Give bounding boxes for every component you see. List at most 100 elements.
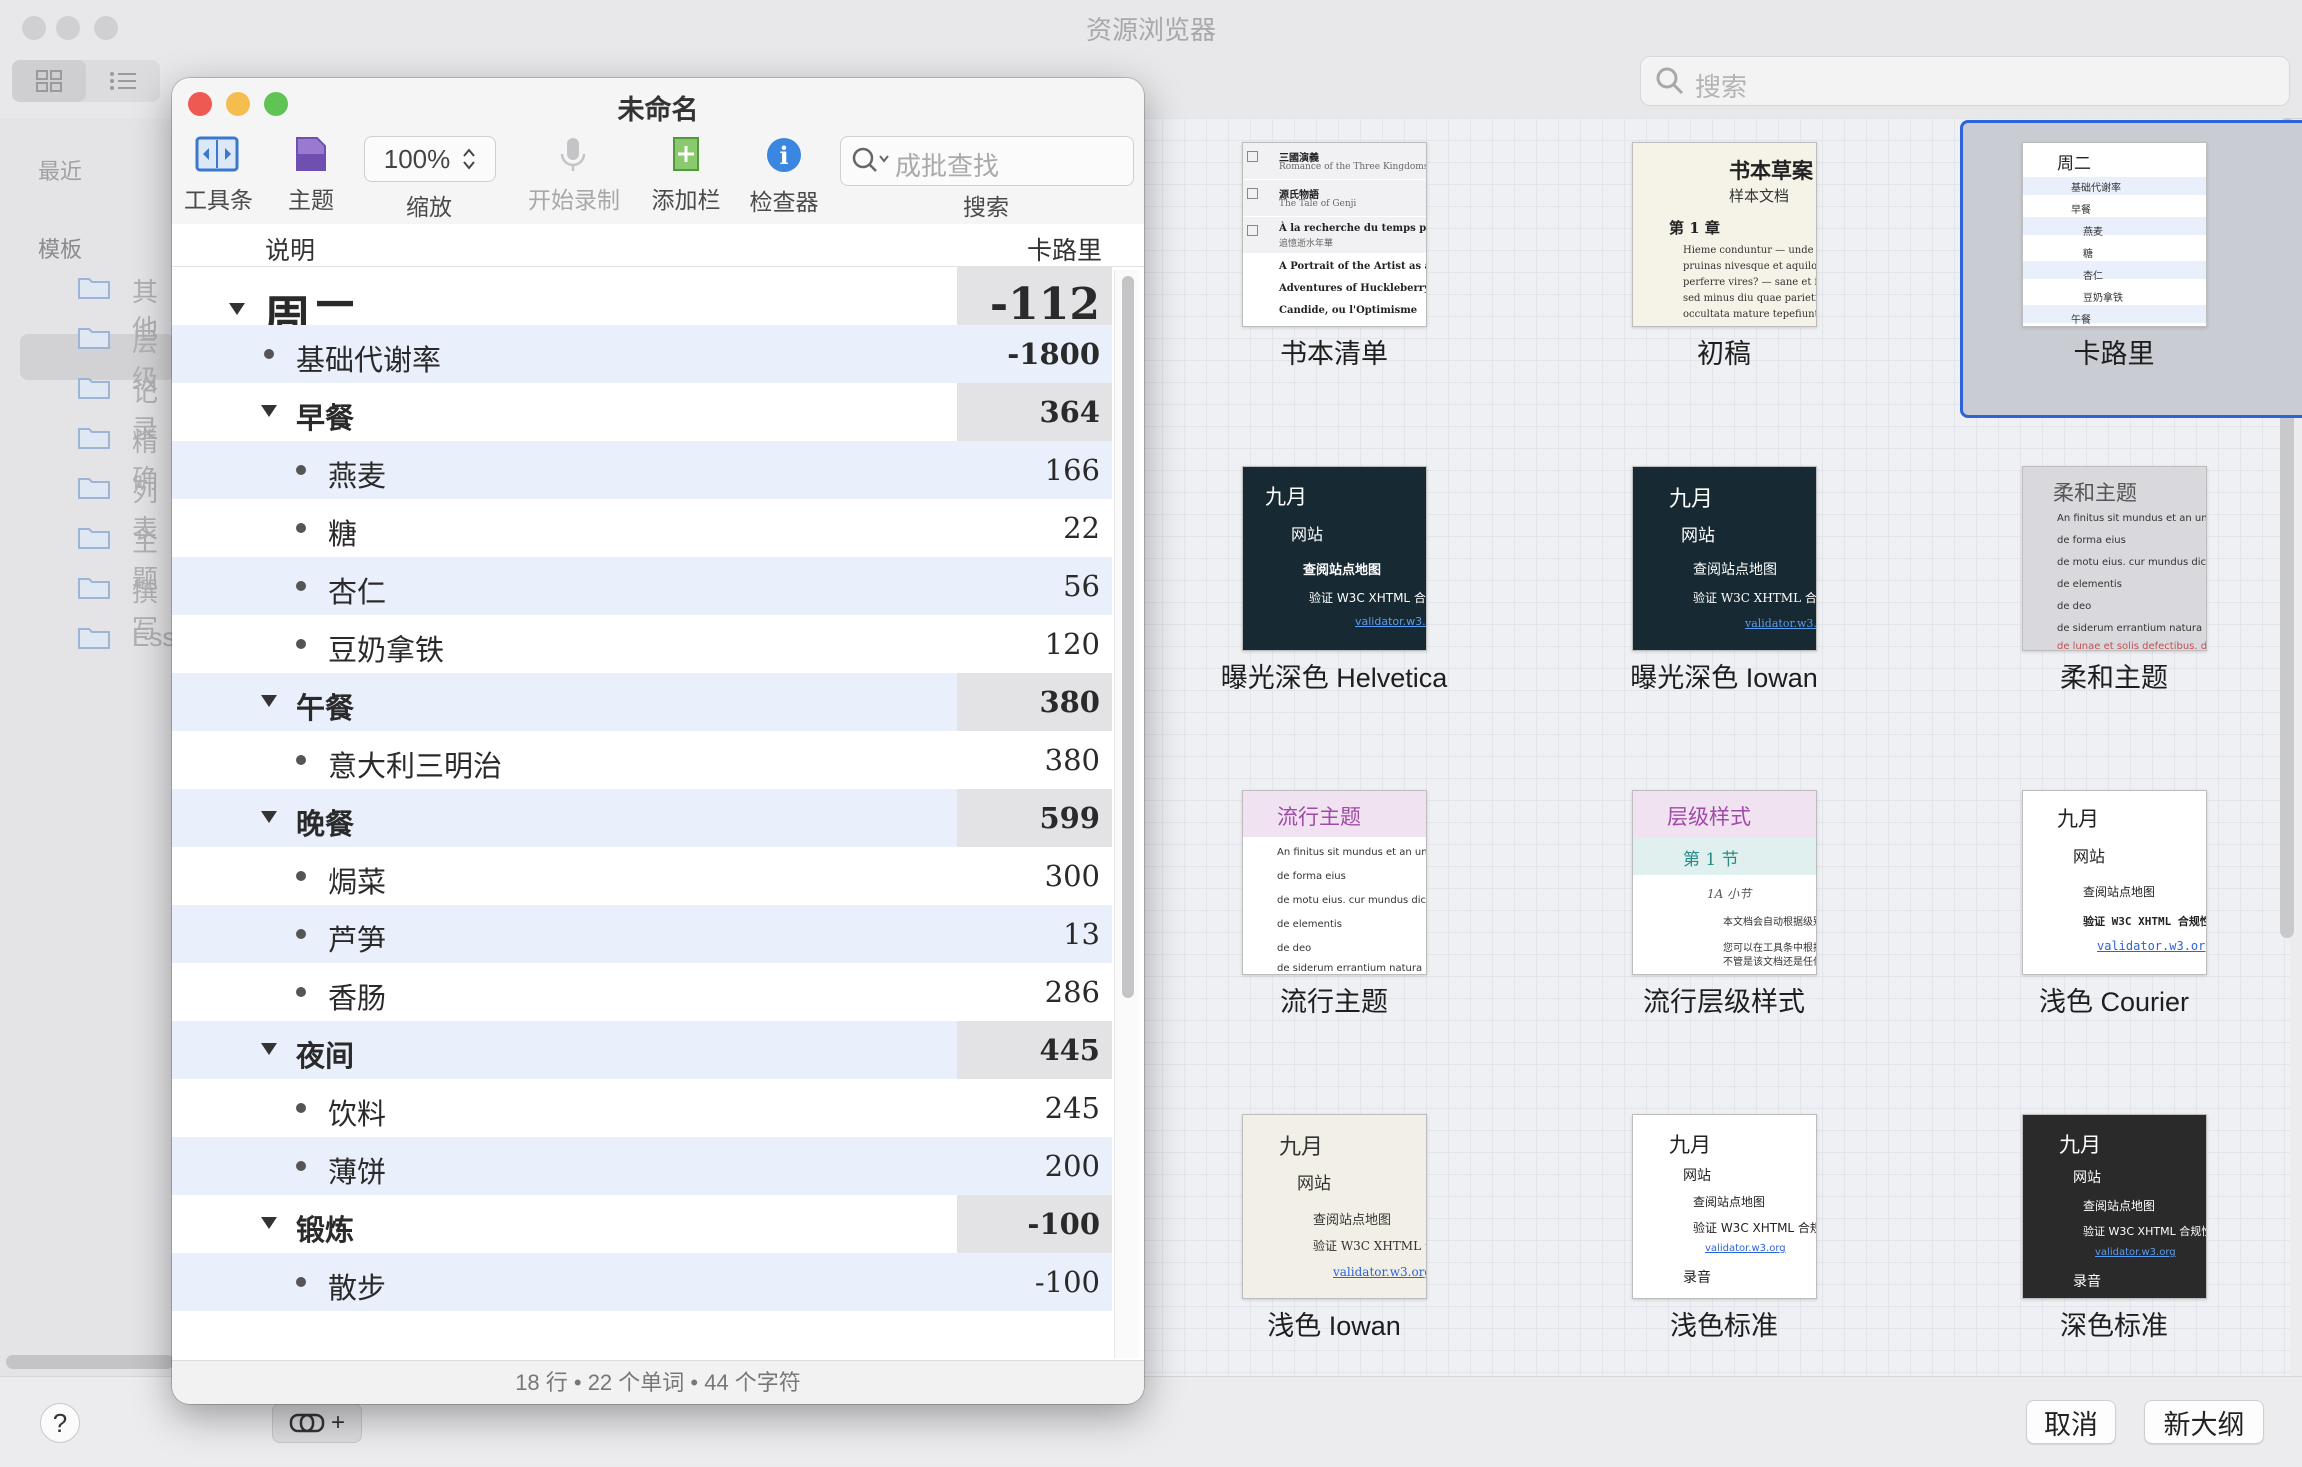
list-view-button[interactable] <box>86 60 160 102</box>
row-value[interactable]: 245 <box>1045 1091 1100 1125</box>
toolbar-toggle-button[interactable]: 工具条 <box>184 136 253 215</box>
outline-row[interactable]: 焗菜 300 <box>172 847 1112 905</box>
theme-button[interactable]: 主题 <box>278 136 344 215</box>
outline-row[interactable]: 散步 -100 <box>172 1253 1112 1311</box>
sidebar-folder-7[interactable]: Ess <box>132 622 175 653</box>
thumb-text: 验证 W3C XHTML 合规性 <box>1313 1239 1426 1253</box>
row-value[interactable]: -112 <box>990 279 1100 330</box>
disclosure-triangle-icon[interactable] <box>261 1043 277 1055</box>
thumb-text: 第 1 节 <box>1683 850 1739 870</box>
row-text[interactable]: 早餐 <box>296 395 354 437</box>
row-value[interactable]: 56 <box>1063 569 1100 603</box>
template-thumb-soft[interactable]: 柔和主题 An finitus sit mundus et an unu de … <box>2022 466 2207 651</box>
template-thumb-pop-hierarchy[interactable]: 层级样式 第 1 节 1A 小节 本文档会自动根据级别来 您可以在工具条中根据自… <box>1632 790 1817 975</box>
thumb-text: Candide, ou l'Optimisme <box>1279 305 1418 316</box>
row-text[interactable]: 散步 <box>328 1265 386 1307</box>
row-value[interactable]: 599 <box>1039 801 1100 835</box>
row-text[interactable]: 基础代谢率 <box>296 337 441 379</box>
row-text[interactable]: 芦笋 <box>328 917 386 959</box>
template-thumb-dark-helvetica[interactable]: 九月 网站 查阅站点地图 验证 W3C XHTML 合规性 validator.… <box>1242 466 1427 651</box>
row-value[interactable]: -1800 <box>1007 337 1100 371</box>
outline-row[interactable]: 燕麦 166 <box>172 441 1112 499</box>
column-header-calories[interactable]: 卡路里 <box>1027 231 1102 267</box>
outline-row[interactable]: 晚餐 599 <box>172 789 1112 847</box>
new-outline-button[interactable]: 新大纲 <box>2144 1400 2264 1444</box>
template-thumb-dark-iowan[interactable]: 九月 网站 查阅站点地图 验证 W3C XHTML 合规性 validator.… <box>1632 466 1817 651</box>
template-thumb-calorie[interactable]: 周二 基础代谢率 早餐 燕麦 糖 杏仁 豆奶拿铁 午餐 <box>2022 142 2207 327</box>
template-thumb-light-iowan[interactable]: 九月 网站 查阅站点地图 验证 W3C XHTML 合规性 validator.… <box>1242 1114 1427 1299</box>
thumb-link: validator.w3.org <box>1333 1265 1427 1279</box>
sidebar-templates[interactable]: 模板 <box>38 232 82 264</box>
row-value[interactable]: 22 <box>1063 511 1100 545</box>
outline-row[interactable]: 薄饼 200 <box>172 1137 1112 1195</box>
grid-view-button[interactable] <box>12 60 86 102</box>
disclosure-triangle-icon[interactable] <box>261 811 277 823</box>
row-text[interactable]: 饮料 <box>328 1091 386 1133</box>
outline-row[interactable]: 锻炼 -100 <box>172 1195 1112 1253</box>
template-thumb-draft[interactable]: 书本草案 样本文档 第 1 章 Hieme conduntur — unde e… <box>1632 142 1817 327</box>
row-value[interactable]: 364 <box>1039 395 1100 429</box>
row-text[interactable]: 豆奶拿铁 <box>328 627 444 669</box>
outline-row[interactable]: 糖 22 <box>172 499 1112 557</box>
column-header-description[interactable]: 说明 <box>265 231 315 267</box>
disclosure-triangle-icon[interactable] <box>261 405 277 417</box>
thumb-text: 网站 <box>2073 847 2106 866</box>
template-thumb-pop[interactable]: 流行主题 An finitus sit mundus et an unu de … <box>1242 790 1427 975</box>
disclosure-triangle-icon[interactable] <box>261 695 277 707</box>
thumb-text: 层级样式 <box>1667 805 1751 829</box>
inspector-button[interactable]: i 检查器 <box>746 136 822 217</box>
row-value[interactable]: -100 <box>1035 1265 1100 1299</box>
row-value[interactable]: 120 <box>1045 627 1100 661</box>
outline-row[interactable]: 芦笋 13 <box>172 905 1112 963</box>
outline-row[interactable]: 早餐 364 <box>172 383 1112 441</box>
outline-row[interactable]: 夜间 445 <box>172 1021 1112 1079</box>
disclosure-triangle-icon[interactable] <box>229 303 245 315</box>
row-value[interactable]: 200 <box>1045 1149 1100 1183</box>
browser-search-field[interactable]: 搜索 <box>1640 56 2290 106</box>
sidebar-scrollbar[interactable] <box>6 1355 174 1369</box>
template-thumb-light-courier[interactable]: 九月 网站 查阅站点地图 验证 W3C XHTML 合规性 validator.… <box>2022 790 2207 975</box>
help-button[interactable]: ? <box>40 1403 80 1443</box>
outline-scrollbar[interactable] <box>1122 276 1134 998</box>
row-value[interactable]: -100 <box>1027 1207 1100 1241</box>
row-text[interactable]: 焗菜 <box>328 859 386 901</box>
outline-row[interactable]: 豆奶拿铁 120 <box>172 615 1112 673</box>
outline-row[interactable]: 午餐 380 <box>172 673 1112 731</box>
outline-row[interactable]: 基础代谢率 -1800 <box>172 325 1112 383</box>
row-text[interactable]: 意大利三明治 <box>328 743 502 785</box>
thumb-text: 查阅站点地图 <box>1693 562 1777 578</box>
row-value[interactable]: 445 <box>1039 1033 1100 1067</box>
outline-row[interactable]: 香肠 286 <box>172 963 1112 1021</box>
row-value[interactable]: 13 <box>1063 917 1100 951</box>
row-text[interactable]: 燕麦 <box>328 453 386 495</box>
row-text[interactable]: 锻炼 <box>296 1207 354 1249</box>
batch-find-placeholder: 成批查找 <box>895 151 1000 181</box>
outline-row[interactable]: 意大利三明治 380 <box>172 731 1112 789</box>
zoom-stepper[interactable]: 100% <box>364 136 496 182</box>
row-text[interactable]: 糖 <box>328 511 357 553</box>
row-value[interactable]: 380 <box>1039 685 1100 719</box>
row-text[interactable]: 杏仁 <box>328 569 386 611</box>
start-recording-button[interactable]: 开始录制 <box>528 136 620 215</box>
row-text[interactable]: 晚餐 <box>296 801 354 843</box>
outline-row[interactable]: 杏仁 56 <box>172 557 1112 615</box>
batch-find-field[interactable]: 成批查找 <box>840 136 1134 186</box>
outline-row[interactable]: 饮料 245 <box>172 1079 1112 1137</box>
row-text[interactable]: 香肠 <box>328 975 386 1017</box>
template-thumb-dark-standard[interactable]: 九月 网站 查阅站点地图 验证 W3C XHTML 合规性 validator.… <box>2022 1114 2207 1299</box>
thumb-text: 验证 W3C XHTML 合规性 <box>1693 1221 1816 1235</box>
row-value[interactable]: 380 <box>1045 743 1100 777</box>
row-value[interactable]: 300 <box>1045 859 1100 893</box>
row-value[interactable]: 286 <box>1045 975 1100 1009</box>
cancel-button[interactable]: 取消 <box>2026 1400 2116 1444</box>
template-thumb-light-standard[interactable]: 九月 网站 查阅站点地图 验证 W3C XHTML 合规性 validator.… <box>1632 1114 1817 1299</box>
disclosure-triangle-icon[interactable] <box>261 1217 277 1229</box>
template-thumb-books[interactable]: 三國演義 Romance of the Three Kingdoms 源氏物語 … <box>1242 142 1427 327</box>
row-text[interactable]: 薄饼 <box>328 1149 386 1191</box>
add-attachment-button[interactable]: + <box>272 1403 362 1443</box>
add-column-button[interactable]: 添加栏 <box>648 136 724 215</box>
row-text[interactable]: 午餐 <box>296 685 354 727</box>
row-text[interactable]: 夜间 <box>296 1033 354 1075</box>
row-value[interactable]: 166 <box>1045 453 1100 487</box>
sidebar-recent[interactable]: 最近 <box>38 154 82 186</box>
